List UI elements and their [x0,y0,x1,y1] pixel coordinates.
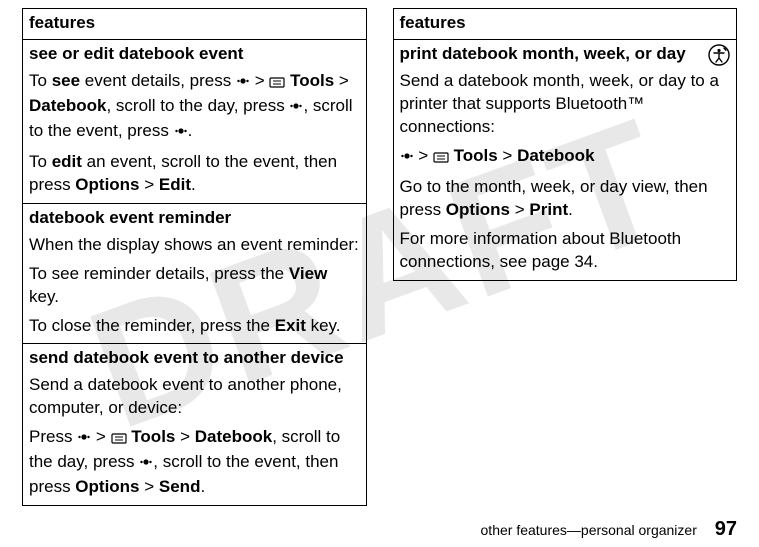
center-key-icon [289,97,303,120]
features-table-right: features print datebook month, week, or … [393,8,738,281]
t: > [498,146,517,165]
options-label: Options [75,175,139,194]
footer-text: other features—personal organizer [481,522,697,538]
rr-p2: > Tools > Datebook [400,145,731,170]
center-key-icon [236,72,250,95]
t: > [250,71,269,90]
row-title: send datebook event to another device [29,348,360,368]
tools-icon [269,72,285,95]
features-table-left: features see or edit datebook event To s… [22,8,367,506]
t: > [414,146,433,165]
center-key-icon [400,147,414,170]
t: > [91,427,110,446]
t: key. [29,287,59,306]
t: > [510,200,529,219]
exit-label: Exit [275,316,306,335]
t: . [191,175,196,194]
left-column: features see or edit datebook event To s… [22,8,367,506]
row0-p1: To see event details, press > Tools > Da… [29,70,360,145]
t: To [29,152,52,171]
row2-p2: Press > Tools > Datebook, scroll to the … [29,426,360,499]
row2-p1: Send a datebook event to another phone, … [29,374,360,420]
row-title: datebook event reminder [29,208,360,228]
t: > [334,71,349,90]
tools-icon [433,147,449,170]
t: > [175,427,194,446]
rr-p4: For more information about Bluetooth con… [400,228,731,274]
t: Press [29,427,77,446]
right-column: features print datebook month, week, or … [393,8,738,506]
view-label: View [289,264,327,283]
right-header: features [393,9,737,40]
center-key-icon [139,453,153,476]
center-key-icon [174,122,188,145]
t: To see reminder details, press the [29,264,289,283]
tools-icon [111,428,127,451]
row-title: print datebook month, week, or day [400,44,731,64]
t: , scroll to the day, press [106,96,289,115]
datebook-label: Datebook [195,427,272,446]
options-label: Options [446,200,510,219]
t: To close the reminder, press the [29,316,275,335]
options-label: Options [75,477,139,496]
row-print: print datebook month, week, or day Send … [393,40,737,281]
tools-label: Tools [290,71,334,90]
t: > [140,477,159,496]
page-number: 97 [715,518,737,540]
edit-label: Edit [159,175,191,194]
row-send: send datebook event to another device Se… [23,344,367,506]
t: . [188,121,193,140]
t: To [29,71,52,90]
row-title: see or edit datebook event [29,44,360,64]
datebook-label: Datebook [29,96,106,115]
center-key-icon [77,428,91,451]
t: . [200,477,205,496]
rr-p1: Send a datebook month, week, or day to a… [400,70,731,139]
datebook-label: Datebook [517,146,594,165]
row1-p1: When the display shows an event reminder… [29,234,360,257]
accessibility-icon [708,44,730,66]
row1-p2: To see reminder details, press the View … [29,263,360,309]
tools-label: Tools [454,146,498,165]
row-see-edit: see or edit datebook event To see event … [23,40,367,204]
see-bold: see [52,71,80,90]
row0-p2: To edit an event, scroll to the event, t… [29,151,360,197]
send-label: Send [159,477,201,496]
row1-p3: To close the reminder, press the Exit ke… [29,315,360,338]
page-footer: other features—personal organizer 97 [481,518,737,541]
t: > [140,175,159,194]
rr-p3: Go to the month, week, or day view, then… [400,176,731,222]
left-header: features [23,9,367,40]
t: key. [306,316,341,335]
print-label: Print [529,200,568,219]
row-reminder: datebook event reminder When the display… [23,203,367,344]
tools-label: Tools [131,427,175,446]
t: . [568,200,573,219]
edit-bold: edit [52,152,82,171]
t: event details, press [80,71,236,90]
